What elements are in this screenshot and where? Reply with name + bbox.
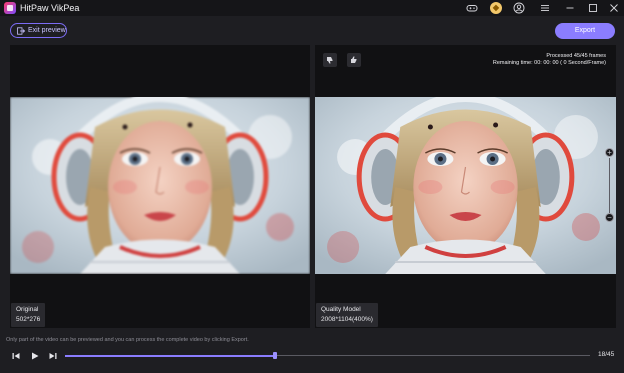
original-label: Original bbox=[16, 306, 39, 313]
zoom-track[interactable] bbox=[609, 158, 610, 213]
user-icon[interactable] bbox=[513, 2, 525, 14]
model-label: Quality Model bbox=[321, 306, 361, 313]
thumbs-up-button[interactable] bbox=[347, 53, 361, 67]
original-resolution: 502*276 bbox=[16, 316, 41, 323]
zoom-slider[interactable]: + − bbox=[605, 148, 615, 223]
timeline-progress bbox=[65, 355, 275, 357]
processed-frames-text: Processed 45/45 frames bbox=[546, 53, 606, 59]
enhanced-frame-image bbox=[315, 97, 616, 274]
play-button[interactable] bbox=[30, 351, 40, 361]
zoom-out-icon[interactable]: − bbox=[605, 213, 614, 222]
next-frame-button[interactable] bbox=[48, 351, 58, 361]
exit-icon bbox=[17, 26, 25, 35]
export-button[interactable]: Export bbox=[555, 23, 615, 39]
app-logo bbox=[4, 2, 16, 14]
exit-preview-button[interactable]: Exit preview bbox=[10, 23, 67, 38]
frame-counter: 18/45 bbox=[598, 351, 615, 358]
playback-timeline[interactable] bbox=[65, 352, 590, 359]
minimize-icon[interactable] bbox=[564, 2, 576, 14]
original-preview-panel: Original 502*276 bbox=[10, 45, 310, 328]
preview-notice: Only part of the video can be previewed … bbox=[6, 337, 249, 343]
remaining-time-text: Remaining time: 00: 00: 00 ( 0 Second/Fr… bbox=[492, 60, 606, 66]
original-info-badge: Original 502*276 bbox=[11, 303, 46, 327]
enhanced-info-badge: Quality Model 2008*1104(400%) bbox=[316, 303, 378, 327]
previous-frame-icon bbox=[12, 353, 20, 359]
thumbs-down-icon bbox=[327, 57, 333, 64]
enhanced-preview-panel: Processed 45/45 frames Remaining time: 0… bbox=[315, 45, 616, 328]
previous-frame-button[interactable] bbox=[11, 351, 21, 361]
title-bar: HitPaw VikPea ◆ bbox=[0, 0, 624, 16]
zoom-in-icon[interactable]: + bbox=[605, 148, 614, 157]
play-icon bbox=[32, 352, 39, 360]
thumbs-down-button[interactable] bbox=[323, 53, 337, 67]
next-frame-icon bbox=[49, 353, 57, 359]
close-icon[interactable] bbox=[608, 2, 620, 14]
original-frame-image bbox=[10, 97, 310, 274]
exit-preview-label: Exit preview bbox=[28, 27, 66, 34]
enhanced-resolution: 2008*1104(400%) bbox=[321, 316, 373, 323]
processing-status: Processed 45/45 frames Remaining time: 0… bbox=[493, 53, 606, 67]
thumbs-up-icon bbox=[351, 56, 357, 63]
maximize-icon[interactable] bbox=[587, 2, 599, 14]
coin-icon[interactable]: ◆ bbox=[490, 2, 502, 14]
menu-icon[interactable] bbox=[539, 2, 551, 14]
app-title: HitPaw VikPea bbox=[20, 3, 80, 13]
gamepad-icon[interactable] bbox=[466, 2, 478, 14]
timeline-handle[interactable] bbox=[273, 352, 277, 359]
